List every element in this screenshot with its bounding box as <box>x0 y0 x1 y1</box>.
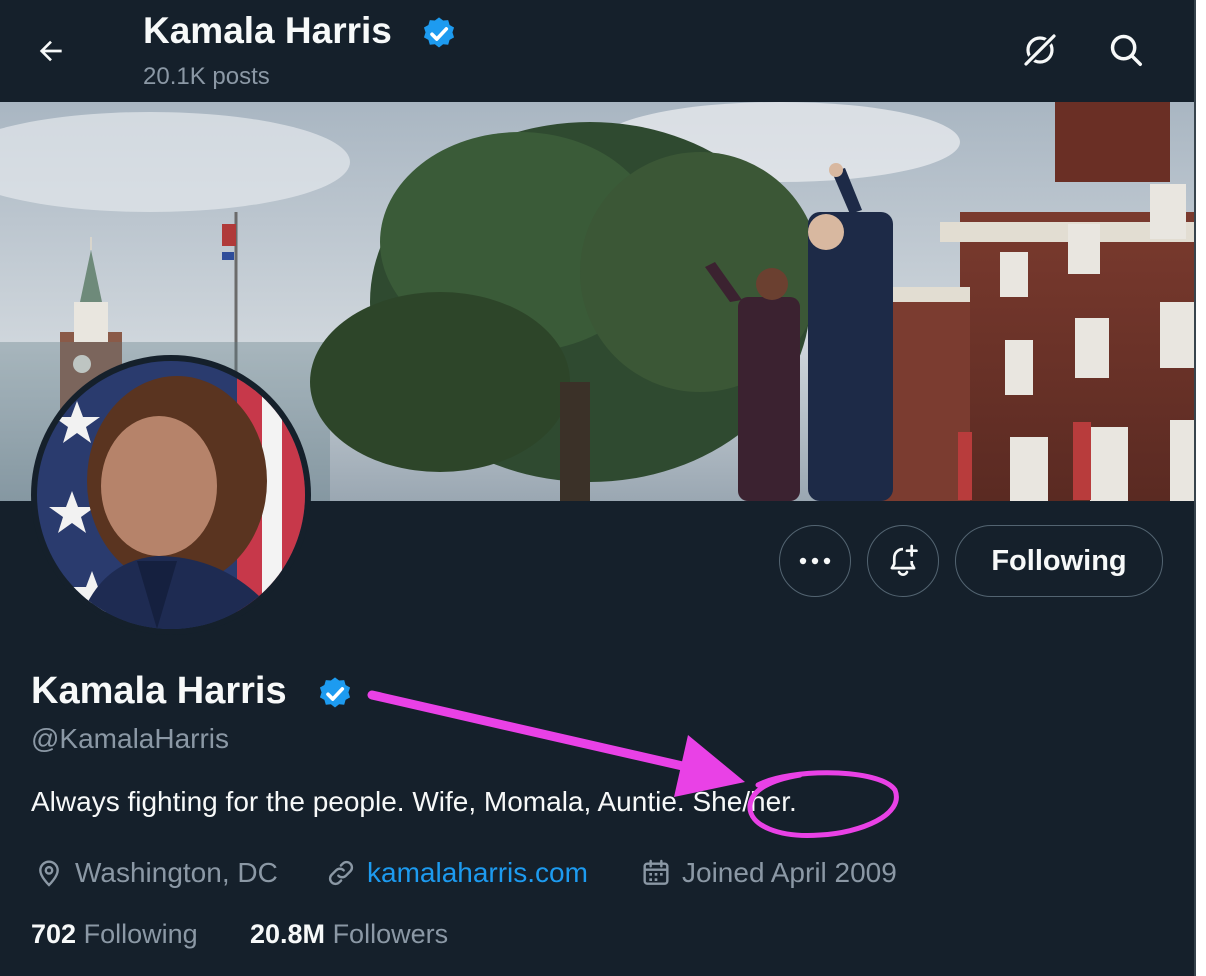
followers-count: 20.8M <box>250 919 326 949</box>
following-count: 702 <box>31 919 77 949</box>
back-button[interactable] <box>22 22 80 80</box>
verified-badge-icon <box>423 17 455 48</box>
window-edge <box>1196 0 1206 976</box>
annotation-arrow <box>367 690 745 797</box>
more-icon <box>799 557 831 565</box>
bell-plus-icon <box>890 544 918 576</box>
followers-stat[interactable]: 20.8M Followers <box>250 919 448 950</box>
avatar-image <box>37 361 305 629</box>
back-arrow-icon <box>39 40 62 62</box>
following-button[interactable]: Following <box>955 525 1163 597</box>
bio-text: Always fighting for the people. Wife, Mo… <box>31 786 685 817</box>
search-button[interactable] <box>1098 22 1154 78</box>
post-count: 20.1K posts <box>143 63 270 90</box>
profile-page: Kamala Harris 20.1K posts Following Kama… <box>0 0 1196 976</box>
link-icon <box>328 860 354 886</box>
search-icon <box>1110 34 1142 66</box>
grok-button[interactable] <box>1012 22 1068 78</box>
following-stat[interactable]: 702 Following <box>31 919 198 950</box>
joined-text: Joined April 2009 <box>682 857 897 888</box>
profile-name: Kamala Harris <box>31 670 287 712</box>
location: Washington, DC <box>33 854 278 892</box>
avatar[interactable] <box>37 361 305 629</box>
website-link[interactable]: kamalaharris.com <box>367 857 588 889</box>
grok-icon <box>1023 33 1057 67</box>
following-label: Following <box>83 919 198 949</box>
profile-handle: @KamalaHarris <box>31 723 230 754</box>
website[interactable]: kamalaharris.com <box>325 854 588 892</box>
calendar-icon <box>643 859 669 885</box>
location-pin-icon <box>39 860 59 887</box>
bio-pronouns: She/her. <box>692 786 797 817</box>
header-name: Kamala Harris <box>143 10 392 51</box>
profile-bio: Always fighting for the people. Wife, Mo… <box>31 786 797 818</box>
joined-date: Joined April 2009 <box>640 854 897 892</box>
more-button[interactable] <box>779 525 851 597</box>
profile-header: Kamala Harris 20.1K posts <box>0 0 1196 102</box>
verified-badge-icon <box>319 677 351 708</box>
location-text: Washington, DC <box>75 857 278 888</box>
followers-label: Followers <box>332 919 449 949</box>
notifications-button[interactable] <box>867 525 939 597</box>
